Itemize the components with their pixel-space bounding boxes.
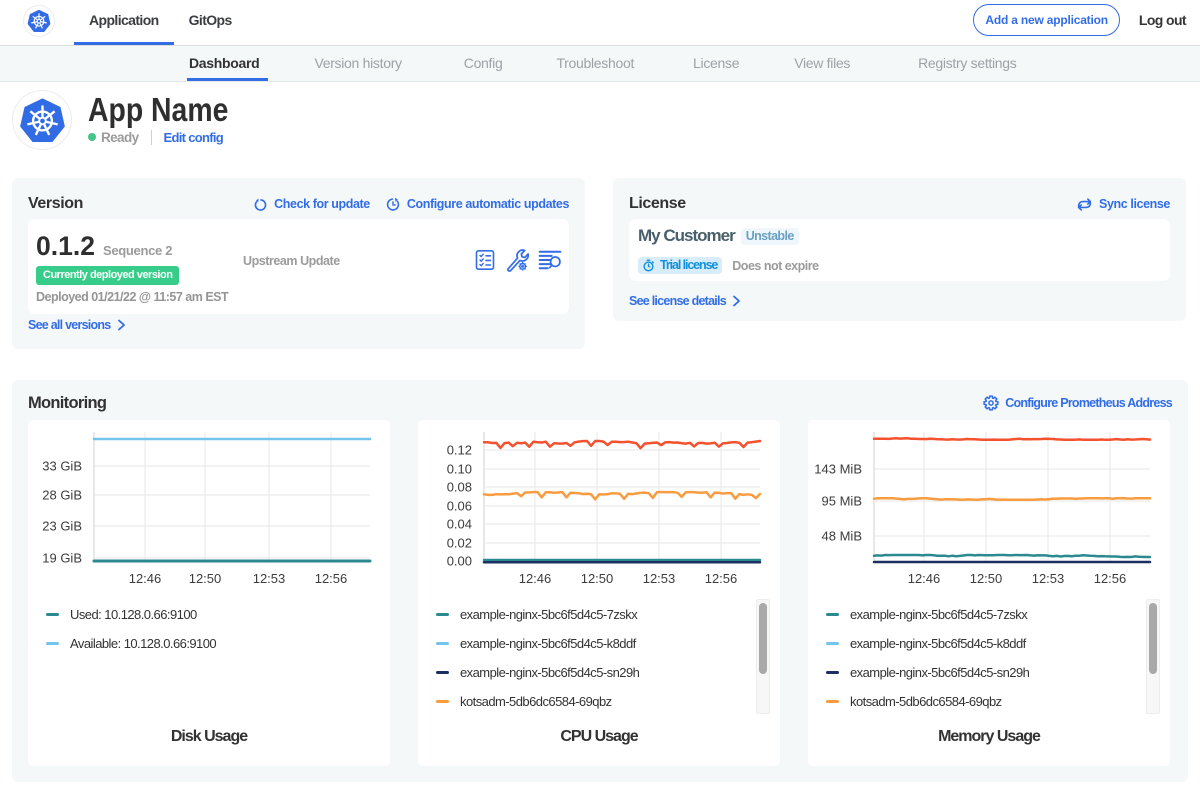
svg-text:12:50: 12:50 (189, 571, 222, 586)
svg-text:0.04: 0.04 (447, 517, 472, 532)
svg-text:12:53: 12:53 (643, 571, 676, 586)
svg-text:95 MiB: 95 MiB (822, 494, 862, 509)
svg-text:12:50: 12:50 (970, 571, 1003, 586)
svg-text:12:56: 12:56 (705, 571, 738, 586)
svg-text:12:53: 12:53 (1032, 571, 1065, 586)
svg-text:0.06: 0.06 (447, 499, 472, 514)
svg-text:0.00: 0.00 (447, 554, 472, 569)
svg-text:12:56: 12:56 (315, 571, 348, 586)
svg-text:12:50: 12:50 (581, 571, 614, 586)
svg-text:48 MiB: 48 MiB (822, 529, 862, 544)
svg-text:143 MiB: 143 MiB (814, 462, 862, 477)
svg-text:0.08: 0.08 (447, 480, 472, 495)
svg-text:0.12: 0.12 (447, 443, 472, 458)
svg-text:33 GiB: 33 GiB (42, 459, 82, 474)
svg-text:12:53: 12:53 (253, 571, 286, 586)
svg-text:12:46: 12:46 (129, 571, 162, 586)
svg-text:0.10: 0.10 (447, 462, 472, 477)
svg-text:12:46: 12:46 (908, 571, 941, 586)
svg-text:23 GiB: 23 GiB (42, 519, 82, 534)
svg-text:0.02: 0.02 (447, 536, 472, 551)
svg-text:19 GiB: 19 GiB (42, 551, 82, 566)
svg-text:28 GiB: 28 GiB (42, 488, 82, 503)
svg-text:12:56: 12:56 (1094, 571, 1127, 586)
svg-text:12:46: 12:46 (519, 571, 552, 586)
